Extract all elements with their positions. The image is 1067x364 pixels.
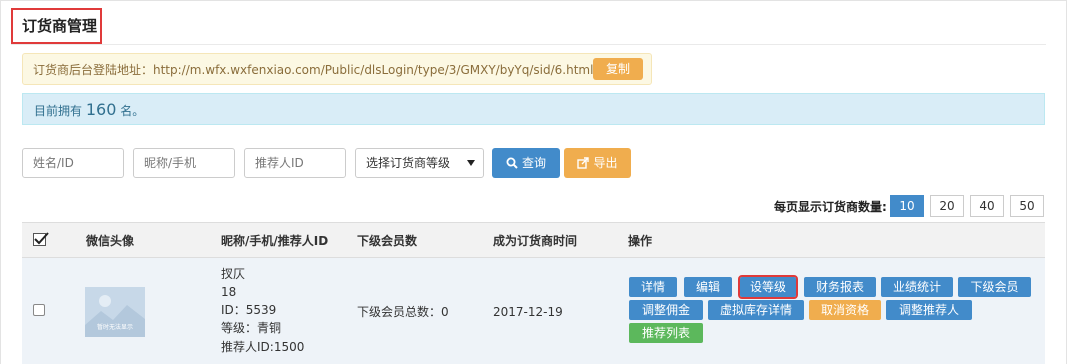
header-nickname: 昵称/手机/推荐人ID: [221, 234, 329, 248]
copy-button[interactable]: 复制: [593, 58, 643, 80]
member-referrer: 推荐人ID:1500: [221, 340, 305, 354]
export-button[interactable]: 导出: [564, 148, 631, 178]
table-row: 暂时无法显示 扠仄 18 ID：5539 等级：青铜 推荐人ID:1500 下级…: [22, 258, 1045, 364]
member-subcount: 下级会员总数：0: [357, 305, 449, 319]
adjust-referrer-button[interactable]: 调整推荐人: [886, 300, 972, 320]
performance-stats-button[interactable]: 业绩统计: [881, 277, 953, 297]
referral-list-button[interactable]: 推荐列表: [629, 323, 703, 343]
select-all-checkbox[interactable]: [33, 232, 49, 246]
name-id-input[interactable]: 姓名/ID: [22, 148, 124, 178]
chevron-down-icon: [467, 160, 475, 166]
page-size-40[interactable]: 40: [970, 195, 1004, 217]
header-ops: 操作: [628, 234, 653, 248]
count-info-text: 目前拥有 160 名。: [34, 100, 144, 121]
distributor-count: 160: [85, 100, 117, 119]
table-header: 微信头像 昵称/手机/推荐人ID 下级会员数 成为订货商时间 操作: [22, 222, 1045, 258]
login-url-text: 订货商后台登陆地址：http://m.wfx.wxfenxiao.com/Pub…: [33, 63, 594, 77]
member-phone: 18: [221, 285, 237, 299]
level-select[interactable]: 选择订货商等级: [355, 148, 484, 178]
search-icon: [506, 157, 518, 169]
export-icon: [577, 157, 590, 169]
count-prefix: 目前拥有: [34, 104, 83, 118]
avatar: 暂时无法显示: [85, 287, 145, 337]
member-id: ID：5539: [221, 303, 277, 317]
login-url-notice: 订货商后台登陆地址：http://m.wfx.wxfenxiao.com/Pub…: [22, 53, 652, 85]
search-button[interactable]: 查询: [492, 148, 560, 178]
header-joined: 成为订货商时间: [493, 234, 578, 248]
title-divider: [11, 44, 1046, 45]
checkmark-icon: [34, 232, 49, 245]
nickname-phone-input[interactable]: 昵称/手机: [133, 148, 235, 178]
virtual-inventory-button[interactable]: 虚拟库存详情: [708, 300, 804, 320]
edit-button[interactable]: 编辑: [684, 277, 732, 297]
count-info-bar: 目前拥有 160 名。: [22, 93, 1045, 125]
search-button-label: 查询: [521, 156, 546, 170]
referrer-id-input[interactable]: 推荐人ID: [244, 148, 346, 178]
member-name: 扠仄: [221, 267, 246, 281]
detail-button[interactable]: 详情: [629, 277, 677, 297]
level-select-value: 选择订货商等级: [366, 156, 451, 170]
row-checkbox[interactable]: [33, 304, 45, 316]
member-joined-date: 2017-12-19: [493, 305, 563, 319]
page-title: 订货商管理: [22, 17, 98, 35]
page-size-label: 每页显示订货商数量:: [774, 200, 887, 214]
page-size-50[interactable]: 50: [1010, 195, 1044, 217]
page-size-20[interactable]: 20: [930, 195, 964, 217]
avatar-caption: 暂时无法显示: [96, 324, 133, 331]
sub-members-button[interactable]: 下级会员: [958, 277, 1031, 297]
export-button-label: 导出: [593, 156, 618, 170]
finance-report-button[interactable]: 财务报表: [804, 277, 876, 297]
header-members: 下级会员数: [357, 234, 418, 248]
adjust-commission-button[interactable]: 调整佣金: [629, 300, 703, 320]
cancel-qualification-button[interactable]: 取消资格: [809, 300, 881, 320]
header-avatar: 微信头像: [86, 234, 135, 248]
member-level: 等级：青铜: [221, 321, 282, 335]
page-size-10[interactable]: 10: [890, 195, 924, 217]
count-suffix: 名。: [120, 104, 145, 118]
set-level-button[interactable]: 设等级: [738, 275, 798, 299]
